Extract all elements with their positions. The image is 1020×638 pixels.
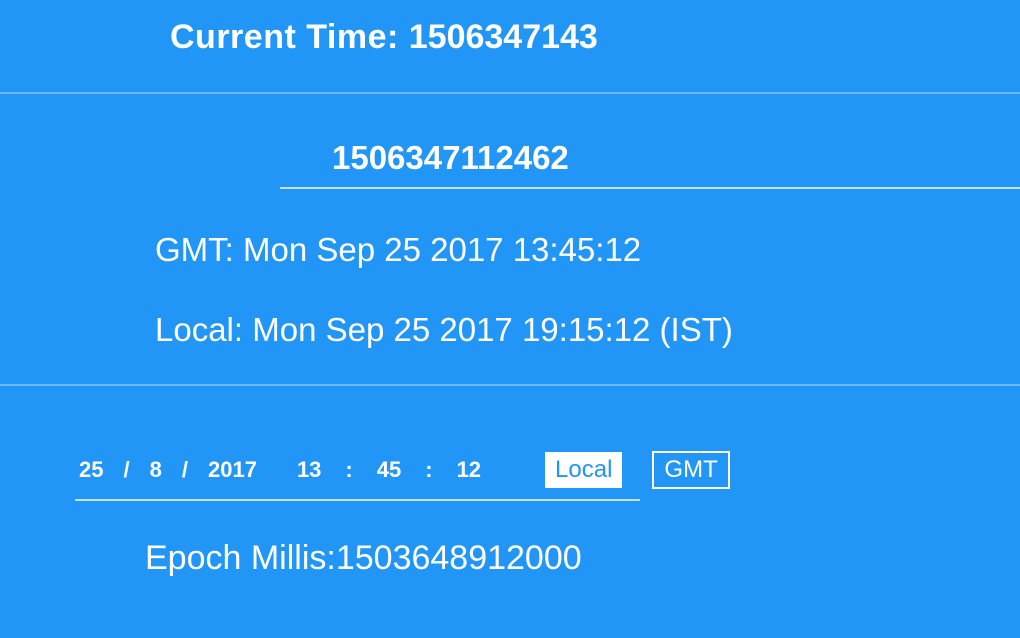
epoch-output: Epoch Millis:1503648912000 <box>145 539 1020 578</box>
current-time-label: Current Time: <box>170 18 409 56</box>
gmt-button[interactable]: GMT <box>652 451 729 489</box>
gmt-label: GMT: <box>155 231 243 268</box>
date-builder-row: 25 / 8 / 2017 13 : 45 : 12 Local GMT <box>75 451 1020 489</box>
gmt-value: Mon Sep 25 2017 13:45:12 <box>243 231 641 268</box>
local-button[interactable]: Local <box>545 452 622 488</box>
date-separator: / <box>166 457 204 483</box>
day-input[interactable]: 25 <box>75 457 107 483</box>
timestamp-input-row: 1506347112462 <box>140 139 1020 189</box>
gmt-result: GMT: Mon Sep 25 2017 13:45:12 <box>155 231 1020 269</box>
minute-input[interactable]: 45 <box>373 457 405 483</box>
date-builder-section: 25 / 8 / 2017 13 : 45 : 12 Local GMT Epo… <box>0 386 1020 578</box>
date-separator: / <box>107 457 145 483</box>
month-input[interactable]: 8 <box>146 457 166 483</box>
current-time-value: 1506347143 <box>409 18 598 56</box>
conversion-section: 1506347112462 GMT: Mon Sep 25 2017 13:45… <box>0 139 1020 386</box>
date-underline <box>75 499 640 501</box>
epoch-label: Epoch Millis: <box>145 539 336 577</box>
input-underline <box>280 187 1020 189</box>
local-value: Mon Sep 25 2017 19:15:12 (IST) <box>252 311 733 348</box>
header-section: Current Time: 1506347143 <box>0 0 1020 94</box>
local-label: Local: <box>155 311 252 348</box>
year-input[interactable]: 2017 <box>204 457 261 483</box>
time-separator: : <box>405 457 452 483</box>
epoch-value: 1503648912000 <box>336 539 582 577</box>
timestamp-input[interactable]: 1506347112462 <box>140 139 1020 187</box>
time-separator: : <box>325 457 372 483</box>
second-input[interactable]: 12 <box>453 457 485 483</box>
local-result: Local: Mon Sep 25 2017 19:15:12 (IST) <box>155 311 1020 349</box>
hour-input[interactable]: 13 <box>293 457 325 483</box>
timezone-toggle: Local GMT <box>545 451 730 489</box>
